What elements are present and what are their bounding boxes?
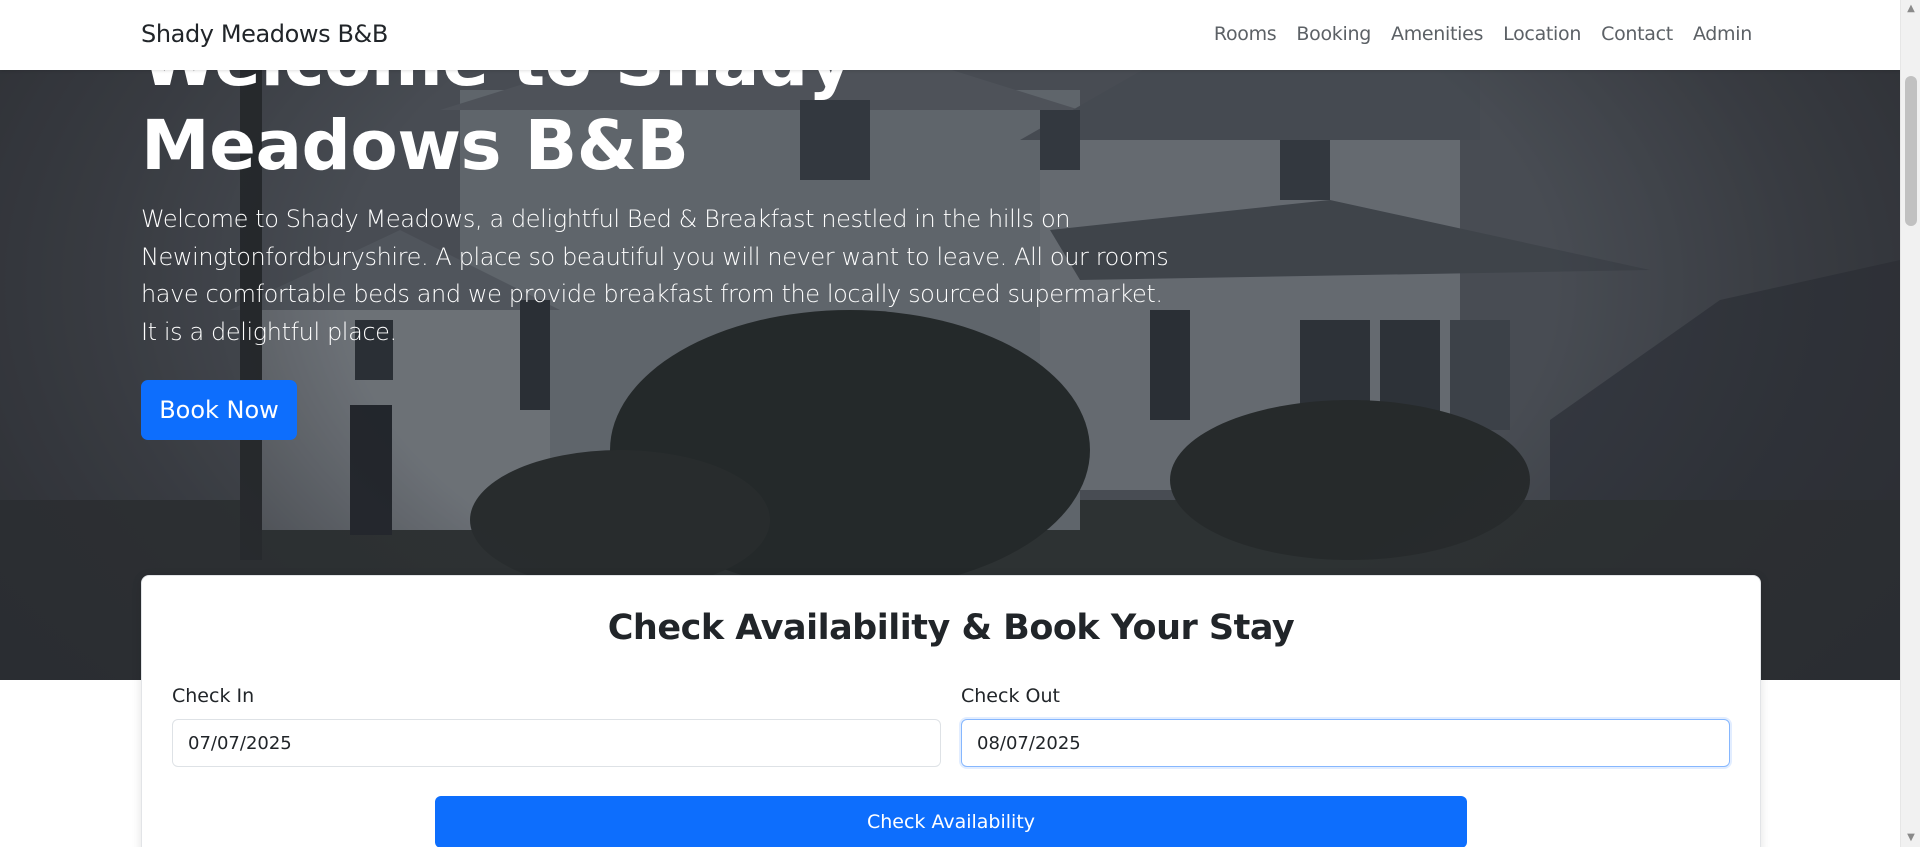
nav-link-rooms[interactable]: Rooms: [1214, 23, 1277, 45]
nav-link-admin[interactable]: Admin: [1693, 23, 1752, 45]
hero-description: Welcome to Shady Meadows, a delightful B…: [141, 205, 1169, 346]
vertical-scrollbar[interactable]: ▲ ▼: [1900, 0, 1920, 847]
nav-link-amenities[interactable]: Amenities: [1391, 23, 1483, 45]
book-now-button[interactable]: Book Now: [141, 380, 297, 440]
brand-link[interactable]: Shady Meadows B&B: [141, 20, 388, 48]
check-in-label: Check In: [172, 685, 255, 707]
scroll-down-icon[interactable]: ▼: [1901, 829, 1920, 847]
scrollbar-thumb[interactable]: [1905, 76, 1917, 226]
booking-card: Check Availability & Book Your Stay Chec…: [141, 575, 1761, 847]
nav-link-contact[interactable]: Contact: [1601, 23, 1673, 45]
navbar: Shady Meadows B&B Rooms Booking Amenitie…: [0, 0, 1900, 70]
check-in-input[interactable]: [172, 719, 941, 767]
nav-links: Rooms Booking Amenities Location Contact…: [1194, 23, 1752, 45]
check-out-label: Check Out: [961, 685, 1060, 707]
scroll-up-icon[interactable]: ▲: [1901, 0, 1920, 18]
check-out-input[interactable]: [961, 719, 1730, 767]
nav-link-location[interactable]: Location: [1503, 23, 1581, 45]
nav-link-booking[interactable]: Booking: [1296, 23, 1371, 45]
booking-title: Check Availability & Book Your Stay: [607, 608, 1295, 648]
check-availability-button[interactable]: Check Availability: [435, 796, 1467, 847]
